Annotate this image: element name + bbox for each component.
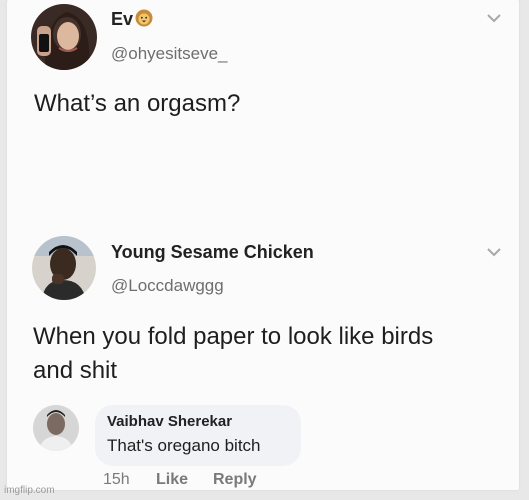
comment-reply-button[interactable]: Reply bbox=[213, 471, 257, 489]
tweet2-chevron-down-icon[interactable] bbox=[485, 246, 503, 258]
tweet1-author-name-text: Ev bbox=[111, 9, 134, 29]
comment-text: That's oregano bitch bbox=[107, 436, 261, 455]
screenshot-canvas: Ev @ohyesitseve_ What’s an orgasm? Young… bbox=[0, 0, 529, 500]
avatar-young-sesame-chicken[interactable] bbox=[32, 236, 96, 300]
comment-like-button[interactable]: Like bbox=[156, 471, 188, 489]
tweet2-author-name[interactable]: Young Sesame Chicken bbox=[111, 242, 314, 263]
post-card: Ev @ohyesitseve_ What’s an orgasm? Young… bbox=[7, 0, 519, 490]
tweet1-text: What’s an orgasm? bbox=[34, 90, 241, 117]
tweet1-chevron-down-icon[interactable] bbox=[485, 12, 503, 24]
tweet1-handle[interactable]: @ohyesitseve_ bbox=[111, 44, 228, 64]
watermark: imgflip.com bbox=[4, 485, 55, 496]
comment-author-name[interactable]: Vaibhav Sherekar bbox=[107, 413, 232, 430]
tweet2-text-line1: When you fold paper to look like birds bbox=[33, 323, 434, 350]
tweet2-text-line2: and shit bbox=[33, 357, 118, 384]
lion-face-icon bbox=[135, 9, 153, 27]
tweet1-author-name[interactable]: Ev bbox=[111, 9, 154, 30]
comment-timestamp: 15h bbox=[103, 471, 130, 488]
tweet2-handle[interactable]: @Loccdawggg bbox=[111, 276, 224, 296]
comment-bubble: Vaibhav Sherekar That's oregano bitch bbox=[95, 405, 301, 466]
avatar-ev[interactable] bbox=[31, 4, 97, 70]
avatar-vaibhav-sherekar[interactable] bbox=[33, 405, 79, 451]
